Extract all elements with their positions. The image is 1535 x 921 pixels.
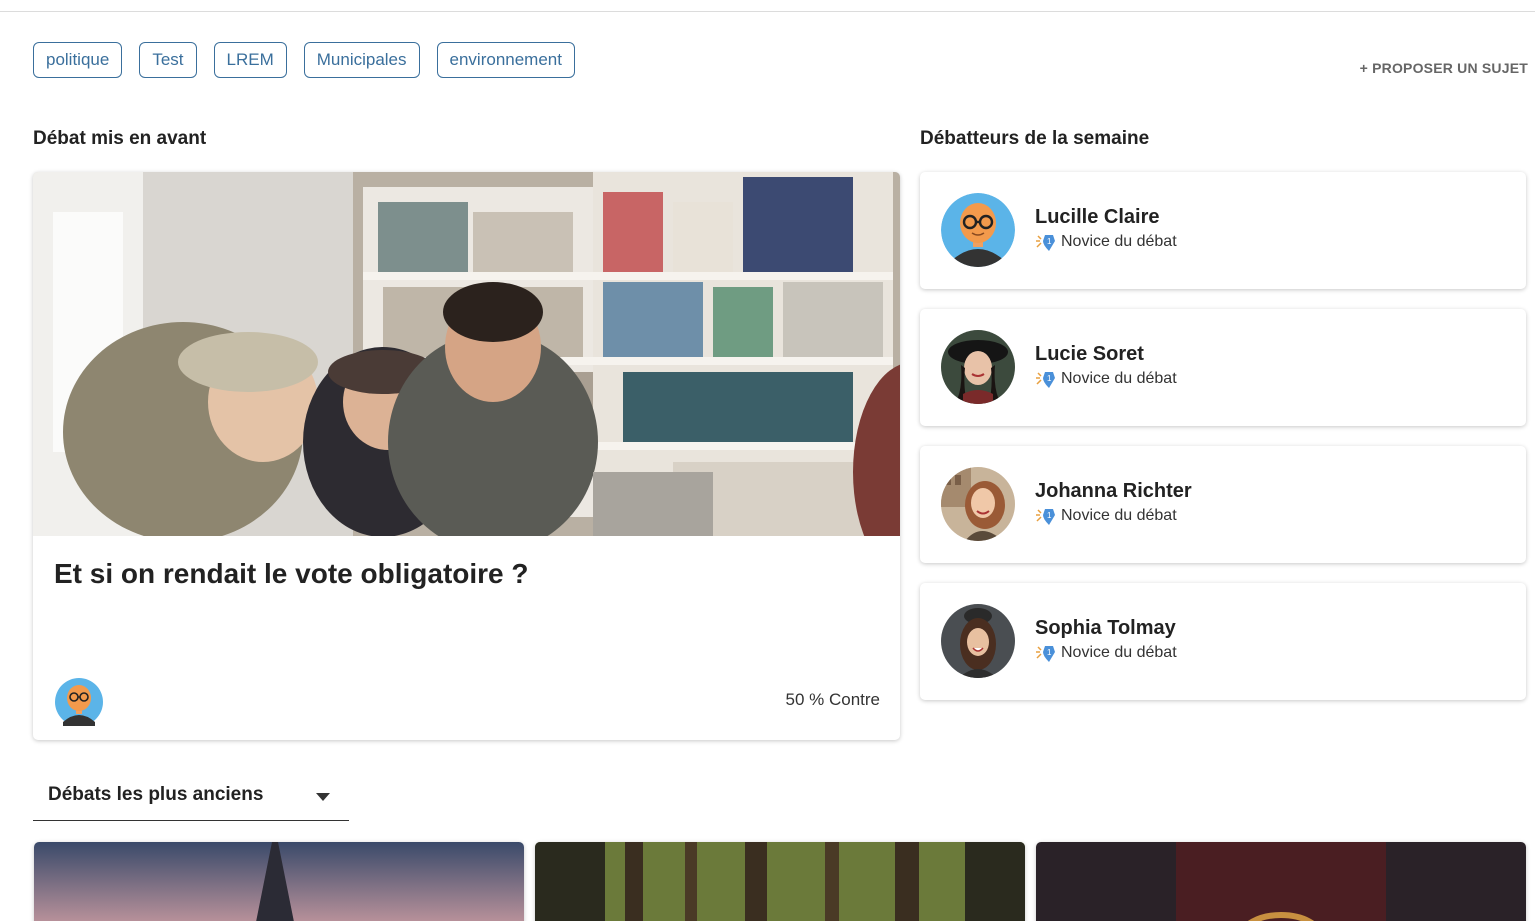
featured-debate-card[interactable]: Et si on rendait le vote obligatoire ? 5… (33, 172, 900, 740)
sort-dropdown-label: Débats les plus anciens (48, 784, 264, 805)
debater-rank: 1 Novice du débat (1035, 507, 1177, 525)
top-divider (0, 11, 1535, 12)
badge-icon: 1 (1036, 646, 1055, 662)
debater-avatar (941, 330, 1015, 404)
featured-debate-title[interactable]: Et si on rendait le vote obligatoire ? (54, 558, 529, 590)
featured-section-title: Débat mis en avant (33, 128, 207, 149)
debater-rank: 1 Novice du débat (1035, 233, 1177, 251)
debate-card-thumbnail[interactable] (1036, 842, 1526, 921)
debater-card[interactable]: Sophia Tolmay 1 Novice du débat (920, 583, 1526, 700)
debater-rank: 1 Novice du débat (1035, 370, 1177, 388)
debate-thumbnail-image (535, 842, 1025, 921)
svg-text:1: 1 (1047, 511, 1052, 520)
badge-icon: 1 (1036, 372, 1055, 388)
debater-card[interactable]: Johanna Richter 1 Novice du débat (920, 446, 1526, 563)
debater-card[interactable]: Lucie Soret 1 Novice du débat (920, 309, 1526, 426)
debate-thumbnail-image (34, 842, 524, 921)
svg-text:1: 1 (1047, 648, 1052, 657)
svg-text:1: 1 (1047, 374, 1052, 383)
debater-name[interactable]: Johanna Richter (1035, 480, 1192, 503)
badge-icon: 1 (1036, 235, 1055, 251)
debater-rank: 1 Novice du débat (1035, 644, 1177, 662)
debater-rank-label: Novice du débat (1061, 507, 1177, 524)
debater-name[interactable]: Lucie Soret (1035, 343, 1144, 366)
tag-lrem[interactable]: LREM (213, 42, 287, 78)
featured-debate-image (33, 172, 900, 536)
debater-avatar (941, 467, 1015, 541)
author-avatar[interactable] (55, 678, 103, 726)
tag-list: politique Test LREM Municipales environn… (33, 42, 592, 78)
debater-rank-label: Novice du débat (1061, 233, 1177, 250)
tag-test[interactable]: Test (139, 42, 197, 78)
tag-politique[interactable]: politique (33, 42, 123, 78)
svg-text:1: 1 (1047, 237, 1052, 246)
tag-environnement[interactable]: environnement (436, 42, 575, 78)
debate-card-thumbnail[interactable] (535, 842, 1025, 921)
debater-rank-label: Novice du débat (1061, 644, 1177, 661)
propose-subject-link[interactable]: + PROPOSER UN SUJET (1360, 60, 1528, 76)
tag-municipales[interactable]: Municipales (303, 42, 420, 78)
debater-rank-label: Novice du débat (1061, 370, 1177, 387)
caret-down-icon (316, 793, 330, 801)
debater-name[interactable]: Lucille Claire (1035, 206, 1160, 229)
debate-card-thumbnail[interactable] (34, 842, 524, 921)
badge-icon: 1 (1036, 509, 1055, 525)
debater-name[interactable]: Sophia Tolmay (1035, 617, 1176, 640)
debater-avatar (941, 193, 1015, 267)
debater-avatar (941, 604, 1015, 678)
vote-stat: 50 % Contre (785, 690, 881, 709)
debaters-section-title: Débatteurs de la semaine (920, 128, 1150, 149)
debate-thumbnail-image (1036, 842, 1526, 921)
sort-dropdown[interactable]: Débats les plus anciens (33, 772, 349, 821)
debater-card[interactable]: Lucille Claire 1 Novice du débat (920, 172, 1526, 289)
